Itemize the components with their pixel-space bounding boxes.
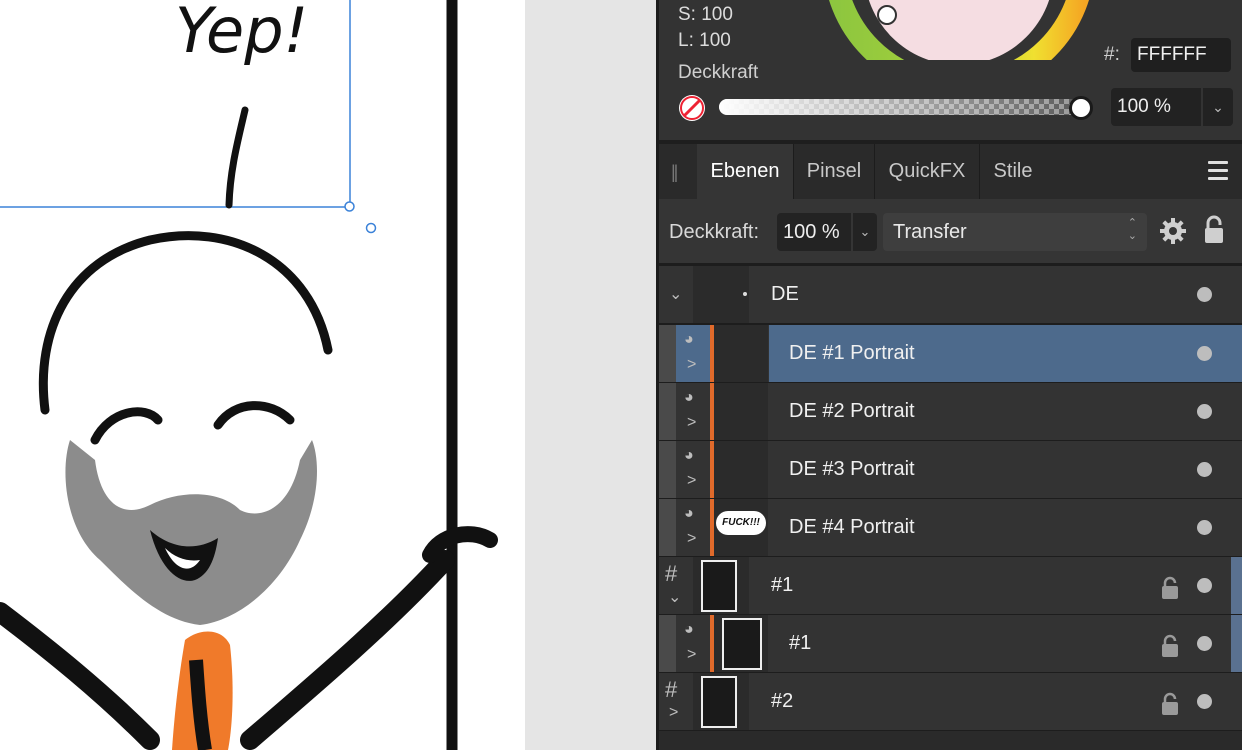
visibility-dot-icon[interactable] xyxy=(1197,636,1212,651)
studio-panel: S: 100 L: 100 Deckkraft #: FFFFFF 100 % … xyxy=(656,0,1242,750)
layer-thumbnail xyxy=(714,325,768,382)
layer-thumbnail: FUCK!!! xyxy=(714,499,768,556)
canvas-pasteboard xyxy=(525,0,656,750)
lock-icon[interactable] xyxy=(1161,634,1179,658)
document-canvas[interactable]: Yep! xyxy=(0,0,525,750)
layer-name: DE #3 Portrait xyxy=(789,458,915,480)
selection-handle xyxy=(344,201,355,212)
visibility-dot-icon[interactable] xyxy=(1197,404,1212,419)
visibility-dot-icon[interactable] xyxy=(1197,287,1212,302)
layer-row[interactable]: ◕ > DE #2 Portrait xyxy=(659,383,1242,440)
layer-row[interactable]: ◕ > #1 xyxy=(659,615,1242,672)
layer-name: #1 xyxy=(771,574,794,596)
tab-quickfx[interactable]: QuickFX xyxy=(875,144,979,199)
lock-icon[interactable] xyxy=(1161,576,1179,600)
speech-bubble-text: Yep! xyxy=(175,0,309,67)
visibility-dot-icon[interactable] xyxy=(1197,346,1212,361)
adjust-icon: ◕ xyxy=(684,621,694,638)
chevron-down-icon[interactable]: ⌄ xyxy=(669,284,682,304)
tab-styles[interactable]: Stile xyxy=(980,144,1046,199)
layer-row[interactable]: # ⌄ #1 xyxy=(659,557,1242,614)
layer-row[interactable]: ◕ > DE #1 Portrait xyxy=(659,325,1242,382)
adjust-icon: ◕ xyxy=(684,331,694,348)
blend-mode-select[interactable]: Transfer ⌃ ⌄ xyxy=(883,213,1147,251)
layer-name: #2 xyxy=(771,690,794,712)
layers-list: ⌄ DE ◕ > DE #1 Portrait ◕ > DE #2 Portra… xyxy=(659,263,1242,750)
visibility-dot-icon[interactable] xyxy=(1197,578,1212,593)
color-wheel-handle xyxy=(877,5,897,25)
layer-row[interactable]: ◕ > FUCK!!! DE #4 Portrait xyxy=(659,499,1242,556)
layer-thumbnail xyxy=(693,266,749,323)
chevron-right-icon[interactable]: > xyxy=(687,646,696,664)
layers-bottom-toolbar xyxy=(659,731,1242,750)
artboard-icon: # xyxy=(665,677,678,702)
opacity-slider-knob[interactable] xyxy=(1069,96,1093,120)
lightness-value: L: 100 xyxy=(678,30,731,51)
up-down-arrows-icon: ⌃ ⌄ xyxy=(1127,217,1137,242)
saturation-value: S: 100 xyxy=(678,4,733,25)
layer-name: #1 xyxy=(789,632,812,654)
thumbnail-text: FUCK!!! xyxy=(716,511,766,535)
tab-layers[interactable]: Ebenen xyxy=(697,144,793,199)
chevron-down-icon[interactable]: ⌄ xyxy=(853,213,877,251)
color-wheel[interactable] xyxy=(824,0,1094,60)
lock-icon[interactable] xyxy=(1161,692,1179,716)
adjust-icon: ◕ xyxy=(684,389,694,406)
chevron-right-icon[interactable]: > xyxy=(687,472,696,490)
panel-menu-icon[interactable] xyxy=(1208,161,1228,181)
layer-row[interactable]: ◕ > DE #3 Portrait xyxy=(659,441,1242,498)
chevron-right-icon[interactable]: > xyxy=(687,356,696,374)
hex-input[interactable]: FFFFFF xyxy=(1131,38,1231,72)
drag-grip-icon[interactable]: || xyxy=(671,162,679,183)
layer-name: DE #1 Portrait xyxy=(789,342,915,364)
adjust-icon: ◕ xyxy=(684,505,694,522)
tab-bar: || Ebenen Pinsel QuickFX Stile xyxy=(659,144,1242,199)
lock-icon[interactable] xyxy=(1203,215,1225,245)
layer-toolbar: Deckkraft: 100 % ⌄ Transfer ⌃ ⌄ xyxy=(659,199,1242,263)
layer-row[interactable]: ⌄ DE xyxy=(659,266,1242,323)
visibility-dot-icon[interactable] xyxy=(1197,520,1212,535)
visibility-dot-icon[interactable] xyxy=(1197,462,1212,477)
blend-mode-value: Transfer xyxy=(893,221,967,243)
artboard-icon: # xyxy=(665,561,678,586)
layer-thumbnail xyxy=(714,441,768,498)
hex-label: #: xyxy=(1104,44,1120,65)
layer-opacity-input[interactable]: 100 % xyxy=(777,213,851,251)
chevron-down-icon[interactable]: ⌄ xyxy=(668,587,681,607)
color-panel: S: 100 L: 100 Deckkraft #: FFFFFF 100 % … xyxy=(659,0,1242,140)
rotate-handle xyxy=(365,222,377,234)
layer-name: DE #4 Portrait xyxy=(789,516,915,538)
color-opacity-input[interactable]: 100 % xyxy=(1111,88,1201,126)
chevron-down-icon[interactable]: ⌄ xyxy=(1203,88,1233,126)
layer-name: DE #2 Portrait xyxy=(789,400,915,422)
tab-brushes[interactable]: Pinsel xyxy=(794,144,874,199)
chevron-right-icon[interactable]: > xyxy=(687,530,696,548)
chevron-right-icon[interactable]: > xyxy=(669,704,678,722)
cartoon-artwork xyxy=(0,0,498,750)
chevron-right-icon[interactable]: > xyxy=(687,414,696,432)
gear-icon[interactable] xyxy=(1159,217,1187,245)
color-opacity-label: Deckkraft xyxy=(678,62,759,83)
layer-thumbnail xyxy=(714,383,768,440)
layer-thumbnail xyxy=(693,557,749,614)
layer-thumbnail xyxy=(714,615,768,672)
layer-row[interactable]: # > #2 xyxy=(659,673,1242,730)
opacity-slider[interactable] xyxy=(719,99,1079,115)
visibility-dot-icon[interactable] xyxy=(1197,694,1212,709)
layer-name: DE xyxy=(771,283,799,305)
layer-thumbnail xyxy=(693,673,749,730)
adjust-icon: ◕ xyxy=(684,447,694,464)
layer-opacity-label: Deckkraft: xyxy=(669,221,760,243)
no-color-icon[interactable] xyxy=(679,95,705,121)
